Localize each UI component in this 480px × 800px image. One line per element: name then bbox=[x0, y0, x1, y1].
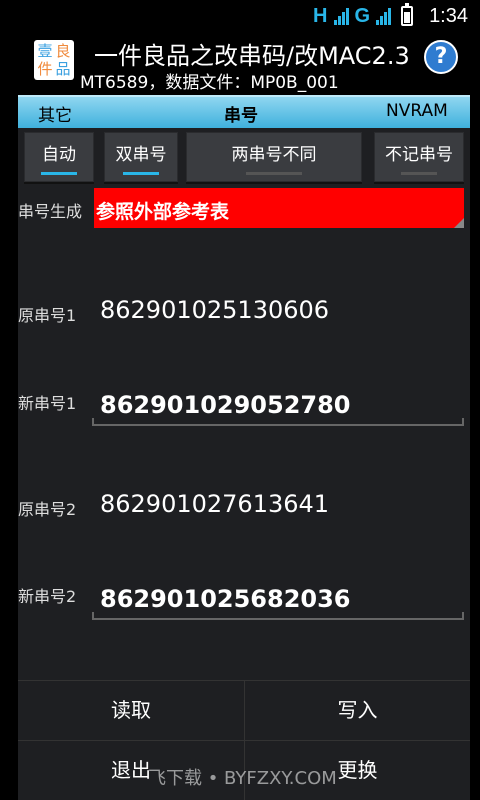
logo-char: 良 bbox=[55, 42, 71, 60]
serial-gen-label: 串号生成 bbox=[18, 202, 83, 221]
auto-toggle-label: 自动 bbox=[42, 145, 76, 165]
no-record-toggle[interactable]: 不记串号 bbox=[374, 132, 464, 182]
title-bar: 壹 良 件 品 一件良品之改串码/改MAC2.3 MT6589，数据文件：MP0… bbox=[18, 32, 470, 93]
read-button[interactable]: 读取 bbox=[18, 681, 244, 741]
new-serial1-label: 新串号1 bbox=[18, 394, 77, 413]
dual-serial-toggle[interactable]: 双串号 bbox=[104, 132, 178, 182]
orig-serial2-value: 862901027613641 bbox=[100, 490, 330, 518]
status-bar: H G 1:34 bbox=[0, 0, 480, 32]
tab-bar: 其它 串号 NVRAM bbox=[18, 95, 470, 128]
different-serials-toggle-label: 两串号不同 bbox=[231, 145, 317, 165]
logo-char: 壹 bbox=[37, 42, 53, 60]
orig-serial1-label: 原串号1 bbox=[18, 306, 77, 325]
battery-icon bbox=[401, 3, 414, 26]
logo-char: 品 bbox=[55, 60, 71, 78]
new-serial2-underline bbox=[92, 612, 464, 620]
serial-panel: 自动 双串号 两串号不同 不记串号 串号生成 参照外部参考表 原串号1 8629… bbox=[18, 128, 470, 800]
left-edge bbox=[0, 32, 18, 800]
toggle-indicator bbox=[123, 172, 159, 175]
serial-gen-select[interactable]: 参照外部参考表 bbox=[94, 188, 464, 228]
write-button[interactable]: 写入 bbox=[244, 681, 470, 741]
tab-serial[interactable]: 串号 bbox=[224, 101, 258, 126]
new-serial1-input[interactable]: 862901029052780 bbox=[100, 391, 351, 419]
orig-serial2-label: 原串号2 bbox=[18, 500, 77, 519]
clock: 1:34 bbox=[429, 4, 468, 27]
no-record-toggle-label: 不记串号 bbox=[385, 145, 453, 165]
different-serials-toggle[interactable]: 两串号不同 bbox=[186, 132, 362, 182]
toggle-indicator bbox=[41, 172, 77, 175]
app-logo: 壹 良 件 品 bbox=[34, 40, 74, 80]
toggle-indicator bbox=[246, 172, 302, 175]
help-button[interactable]: ? bbox=[424, 40, 458, 74]
new-serial2-input[interactable]: 862901025682036 bbox=[100, 585, 351, 613]
watermark: 飞下载 • BYFZXY.COM bbox=[148, 768, 337, 789]
new-serial2-label: 新串号2 bbox=[18, 587, 77, 606]
serial-gen-value: 参照外部参考表 bbox=[96, 201, 230, 223]
dual-serial-toggle-label: 双串号 bbox=[115, 145, 167, 165]
toggle-indicator bbox=[401, 172, 437, 175]
app-subtitle: MT6589，数据文件：MP0B_001 bbox=[80, 73, 339, 93]
signal-icon bbox=[333, 7, 349, 25]
action-row-1: 读取 写入 bbox=[18, 680, 470, 741]
tab-nvram[interactable]: NVRAM bbox=[386, 101, 448, 121]
auto-toggle[interactable]: 自动 bbox=[24, 132, 94, 182]
app-title: 一件良品之改串码/改MAC2.3 bbox=[94, 42, 410, 70]
logo-char: 件 bbox=[37, 60, 53, 78]
network-type-h: H bbox=[313, 4, 328, 27]
signal-icon-2 bbox=[376, 7, 392, 25]
orig-serial1-value: 862901025130606 bbox=[100, 296, 330, 324]
network-type-g: G bbox=[354, 4, 371, 27]
tab-other[interactable]: 其它 bbox=[38, 101, 72, 126]
dropdown-corner-icon bbox=[454, 218, 464, 228]
new-serial1-underline bbox=[92, 418, 464, 426]
